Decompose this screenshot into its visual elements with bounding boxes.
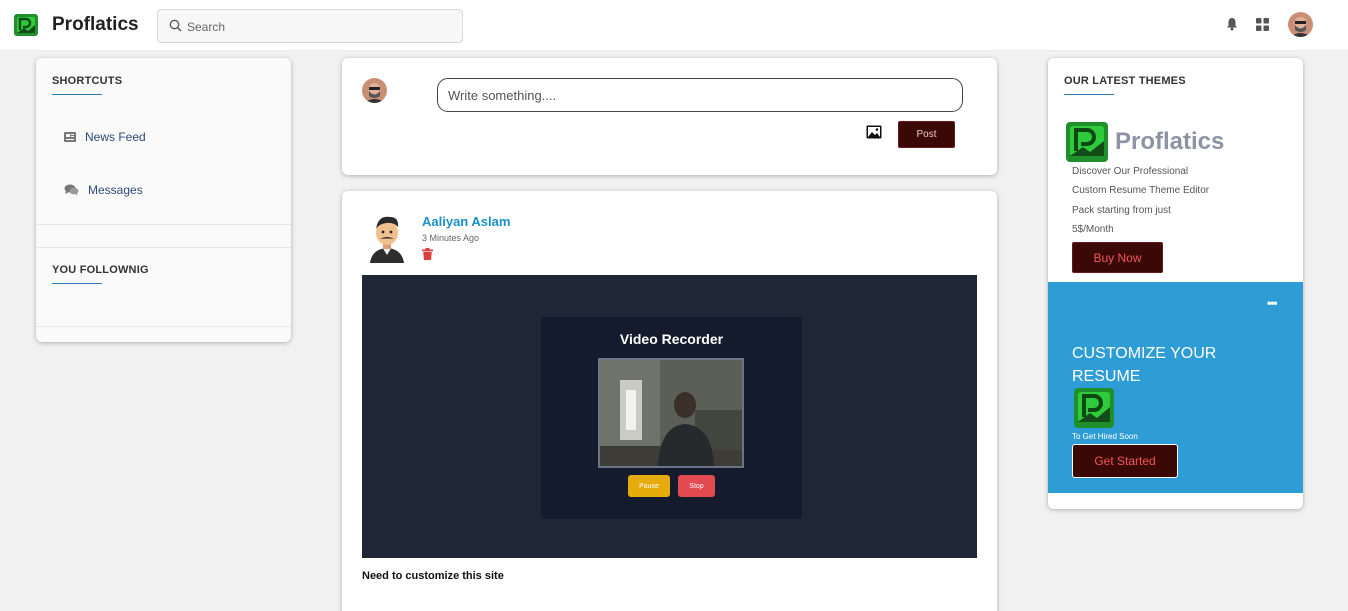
proflatics-logo-icon[interactable] — [14, 14, 38, 36]
divider — [36, 326, 291, 327]
webcam-video[interactable] — [598, 358, 744, 468]
search-icon — [169, 19, 182, 32]
apps-grid-icon[interactable] — [1256, 18, 1269, 31]
customize-promo: ••• CUSTOMIZE YOUR RESUME To Get Hired S… — [1048, 282, 1303, 493]
title-underline — [52, 94, 102, 95]
more-options-icon[interactable]: ••• — [1267, 296, 1278, 310]
sidebar-item-news-feed[interactable]: News Feed — [64, 130, 146, 144]
stop-button[interactable]: Stop — [678, 475, 715, 497]
user-avatar[interactable] — [1288, 12, 1313, 37]
search-input[interactable] — [187, 17, 447, 37]
following-title: YOU FOLLOWNIG — [52, 264, 149, 276]
top-navbar: Proflatics — [0, 0, 1348, 51]
latest-themes-card: OUR LATEST THEMES Proflatics Discover Ou… — [1048, 58, 1303, 509]
post-composer: Post — [342, 58, 997, 175]
proflatics-logo-icon — [1066, 122, 1108, 162]
app-brand[interactable]: Proflatics — [52, 14, 139, 36]
feed-post: Aaliyan Aslam 3 Minutes Ago Video Record… — [342, 191, 997, 611]
sidebar-item-label: News Feed — [85, 130, 146, 144]
composer-avatar — [362, 78, 387, 103]
sidebar-item-messages[interactable]: Messages — [64, 183, 143, 197]
divider — [36, 224, 291, 225]
theme-description-line: Discover Our Professional — [1072, 166, 1189, 177]
pause-button[interactable]: Pause — [628, 475, 670, 497]
trash-icon[interactable] — [422, 248, 433, 260]
shortcuts-card: SHORTCUTS News Feed Messages YOU FOLLOWN… — [36, 58, 291, 342]
post-caption: Need to customize this site — [362, 570, 504, 582]
buy-now-button[interactable]: Buy Now — [1072, 242, 1163, 273]
theme-brand: Proflatics — [1115, 128, 1225, 155]
title-underline — [1064, 94, 1114, 95]
promo-title: CUSTOMIZE YOUR RESUME — [1072, 345, 1217, 385]
proflatics-logo-icon — [1074, 388, 1114, 428]
search-box[interactable] — [157, 9, 463, 43]
promo-subtitle: To Get Hired Soon — [1072, 432, 1138, 441]
write-post-input[interactable] — [437, 78, 963, 112]
chat-bubbles-icon — [64, 184, 79, 196]
theme-description-line: Custom Resume Theme Editor — [1072, 185, 1210, 196]
recorder-title: Video Recorder — [619, 331, 724, 347]
video-recorder: Video Recorder Pause Stop — [541, 317, 802, 519]
title-underline — [52, 283, 102, 284]
divider — [36, 247, 291, 248]
theme-description-line: Pack starting from just — [1072, 205, 1171, 216]
bell-icon[interactable] — [1226, 17, 1238, 31]
author-avatar[interactable] — [366, 211, 408, 263]
newspaper-icon — [64, 132, 76, 142]
sidebar-item-label: Messages — [88, 183, 143, 197]
shortcuts-title: SHORTCUTS — [52, 75, 123, 87]
image-icon[interactable] — [866, 125, 882, 139]
post-author-name[interactable]: Aaliyan Aslam — [422, 214, 510, 229]
post-media: Video Recorder Pause Stop — [362, 275, 977, 558]
post-timestamp: 3 Minutes Ago — [422, 233, 480, 243]
post-button[interactable]: Post — [898, 121, 955, 148]
themes-title: OUR LATEST THEMES — [1064, 75, 1186, 87]
get-started-button[interactable]: Get Started — [1072, 444, 1178, 478]
theme-price: 5$/Month — [1072, 224, 1114, 235]
